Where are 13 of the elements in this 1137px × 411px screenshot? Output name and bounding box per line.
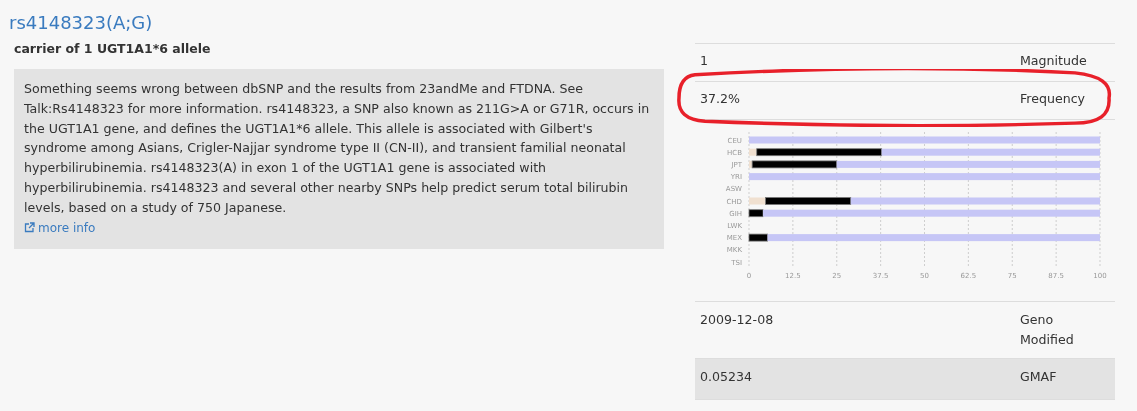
more-info-link[interactable]: more info <box>24 220 96 235</box>
info-label: GMAF <box>1020 368 1058 386</box>
info-value: 0.05234 <box>700 368 753 386</box>
external-link-icon <box>24 222 35 234</box>
info-label: Magnitude <box>1020 52 1088 70</box>
description-text: Something seems wrong between dbSNP and the results from 23andMe and FTDNA. See Talk:Rs4148323 for more information. rs4148323, a SNP also known as 211G>A or G71R, occurs in the UGT1A1 gene, and defines the UGT1A1*6 allele. This allele is associated with Gilbert's syndrome among Asians, Crigler-Najjar syndrome type II (CN-II), and transient familial neonatal hyperbilirubinemia. rs4148323(A) in exon 1 of the UGT1A1 gene is associated with hyperbilirubinemia. rs4148323 and several other nearby SNPs help predict serum total bilirubin levels, based on a study of 750 Japanese. <box>24 80 651 217</box>
info-value: 1 <box>700 52 708 70</box>
info-value: 37.2% <box>700 90 740 108</box>
info-label: Geno Modified <box>1020 311 1075 349</box>
genotype-summary: carrier of 1 UGT1A1*6 allele <box>14 41 212 56</box>
info-label: Frequency <box>1020 90 1087 108</box>
info-value: 2009-12-08 <box>700 311 774 329</box>
snp-title[interactable]: rs4148323(A;G) <box>9 12 664 33</box>
